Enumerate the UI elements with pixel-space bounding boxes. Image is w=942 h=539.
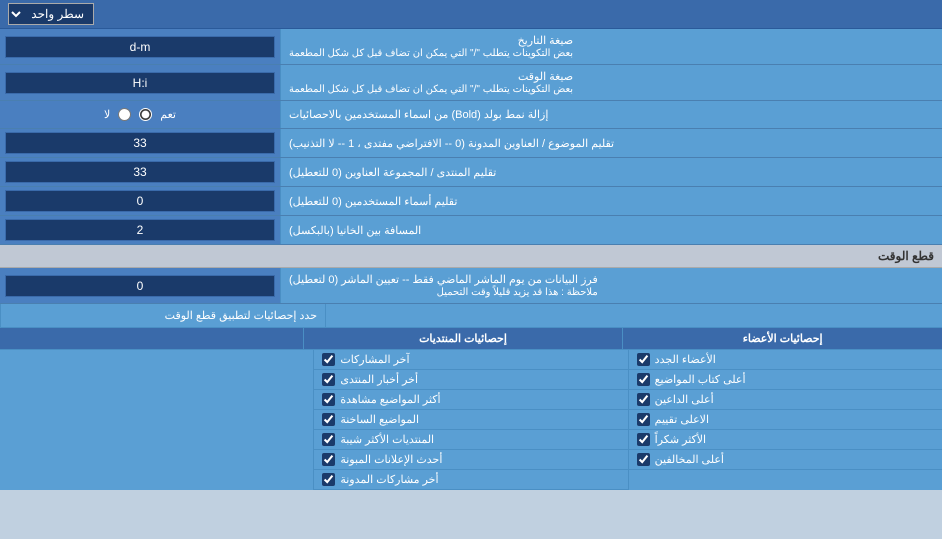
radio-no-label: لا <box>104 108 110 121</box>
radio-yes-label: تعم <box>160 108 176 121</box>
list-item: المنتديات الأكثر شيبة <box>314 430 627 450</box>
list-item: أخر مشاركات المدونة <box>314 470 627 490</box>
display-select[interactable]: سطر واحد سطرين ثلاثة أسطر <box>8 3 94 25</box>
space-between-row: المسافة بين الخانيا (بالبكسل) <box>0 216 942 245</box>
list-item: الاعلى تقييم <box>629 410 942 430</box>
topics-sort-input[interactable] <box>5 132 275 154</box>
list-item: المواضيع الساخنة <box>314 410 627 430</box>
remove-bold-label: إزالة نمط بولد (Bold) من اسماء المستخدمي… <box>280 101 942 128</box>
col2-checkboxes: آخر المشاركات أخر أخبار المنتدى أكثر الم… <box>313 350 627 490</box>
topics-sort-label: تقليم الموضوع / العناوين المدونة (0 -- ا… <box>280 129 942 157</box>
date-format-label: صيغة التاريخ بعض التكوينات يتطلب "/" الت… <box>280 29 942 64</box>
stats-col-headers: إحصائيات الأعضاء إحصائيات المنتديات <box>0 328 942 350</box>
checkbox-most-popular-forums[interactable] <box>322 433 335 446</box>
list-item: أعلى المخالفين <box>629 450 942 470</box>
list-item: أعلى الداعين <box>629 390 942 410</box>
usernames-sort-input-container <box>0 187 280 215</box>
checkbox-last-news[interactable] <box>322 373 335 386</box>
limit-text: حدد إحصائيات لتطبيق قطع الوقت <box>0 304 325 327</box>
col1-checkboxes: الأعضاء الجدد أعلى كتاب المواضيع أعلى ال… <box>628 350 942 490</box>
time-cutoff-row: فرز البيانات من يوم الماشر الماضي فقط --… <box>0 268 942 304</box>
usernames-sort-row: تقليم أسماء المستخدمين (0 للتعطيل) <box>0 187 942 216</box>
remove-bold-row: إزالة نمط بولد (Bold) من اسماء المستخدمي… <box>0 101 942 129</box>
checkbox-most-thanked[interactable] <box>637 433 650 446</box>
list-item: أعلى كتاب المواضيع <box>629 370 942 390</box>
list-item: أحدث الإعلانات المبونة <box>314 450 627 470</box>
limit-label-cell2 <box>325 304 634 327</box>
time-cutoff-header: قطع الوقت <box>0 245 942 268</box>
list-item: أخر أخبار المنتدى <box>314 370 627 390</box>
time-cutoff-input[interactable] <box>5 275 275 297</box>
time-format-label: صيغة الوقت بعض التكوينات يتطلب "/" التي … <box>280 65 942 100</box>
header-row: سطر واحد سطرين ثلاثة أسطر <box>0 0 942 29</box>
col3-empty <box>0 350 313 490</box>
time-cutoff-input-container <box>0 268 280 303</box>
date-format-input[interactable] <box>5 36 275 58</box>
usernames-sort-input[interactable] <box>5 190 275 212</box>
checkbox-top-inviters[interactable] <box>637 393 650 406</box>
list-item: الأعضاء الجدد <box>629 350 942 370</box>
space-between-input[interactable] <box>5 219 275 241</box>
col2-header: إحصائيات المنتديات <box>303 328 623 349</box>
forum-sort-label: تقليم المنتدى / المجموعة العناوين (0 للت… <box>280 158 942 186</box>
checkbox-last-blog-posts[interactable] <box>322 473 335 486</box>
list-item: أكثر المواضيع مشاهدة <box>314 390 627 410</box>
limit-row: حدد إحصائيات لتطبيق قطع الوقت <box>0 304 942 328</box>
date-format-row: صيغة التاريخ بعض التكوينات يتطلب "/" الت… <box>0 29 942 65</box>
checkbox-rows: الأعضاء الجدد أعلى كتاب المواضيع أعلى ال… <box>0 350 942 490</box>
date-format-input-container <box>0 29 280 64</box>
forum-sort-input-container <box>0 158 280 186</box>
main-container: سطر واحد سطرين ثلاثة أسطر صيغة التاريخ ب… <box>0 0 942 490</box>
list-item: الأكثر شكراً <box>629 430 942 450</box>
topics-sort-row: تقليم الموضوع / العناوين المدونة (0 -- ا… <box>0 129 942 158</box>
radio-no[interactable] <box>118 108 131 121</box>
remove-bold-radio-group: تعم لا <box>104 108 176 121</box>
space-between-input-container <box>0 216 280 244</box>
col1-header: إحصائيات الأعضاء <box>622 328 942 349</box>
checkbox-hot-topics[interactable] <box>322 413 335 426</box>
checkbox-top-violators[interactable] <box>637 453 650 466</box>
checkbox-last-posts[interactable] <box>322 353 335 366</box>
space-between-label: المسافة بين الخانيا (بالبكسل) <box>280 216 942 244</box>
limit-label-cell <box>634 304 942 327</box>
remove-bold-input-container: تعم لا <box>0 101 280 128</box>
forum-sort-input[interactable] <box>5 161 275 183</box>
col3-header-empty <box>0 328 303 349</box>
time-cutoff-label: فرز البيانات من يوم الماشر الماضي فقط --… <box>280 268 942 303</box>
checkbox-top-writers[interactable] <box>637 373 650 386</box>
checkbox-latest-ads[interactable] <box>322 453 335 466</box>
time-format-input[interactable] <box>5 72 275 94</box>
time-format-input-container <box>0 65 280 100</box>
usernames-sort-label: تقليم أسماء المستخدمين (0 للتعطيل) <box>280 187 942 215</box>
list-item: آخر المشاركات <box>314 350 627 370</box>
checkbox-top-rated[interactable] <box>637 413 650 426</box>
topics-sort-input-container <box>0 129 280 157</box>
forum-sort-row: تقليم المنتدى / المجموعة العناوين (0 للت… <box>0 158 942 187</box>
checkbox-most-viewed[interactable] <box>322 393 335 406</box>
stats-section: حدد إحصائيات لتطبيق قطع الوقت إحصائيات ا… <box>0 304 942 490</box>
time-format-row: صيغة الوقت بعض التكوينات يتطلب "/" التي … <box>0 65 942 101</box>
checkbox-members-new[interactable] <box>637 353 650 366</box>
radio-yes[interactable] <box>139 108 152 121</box>
